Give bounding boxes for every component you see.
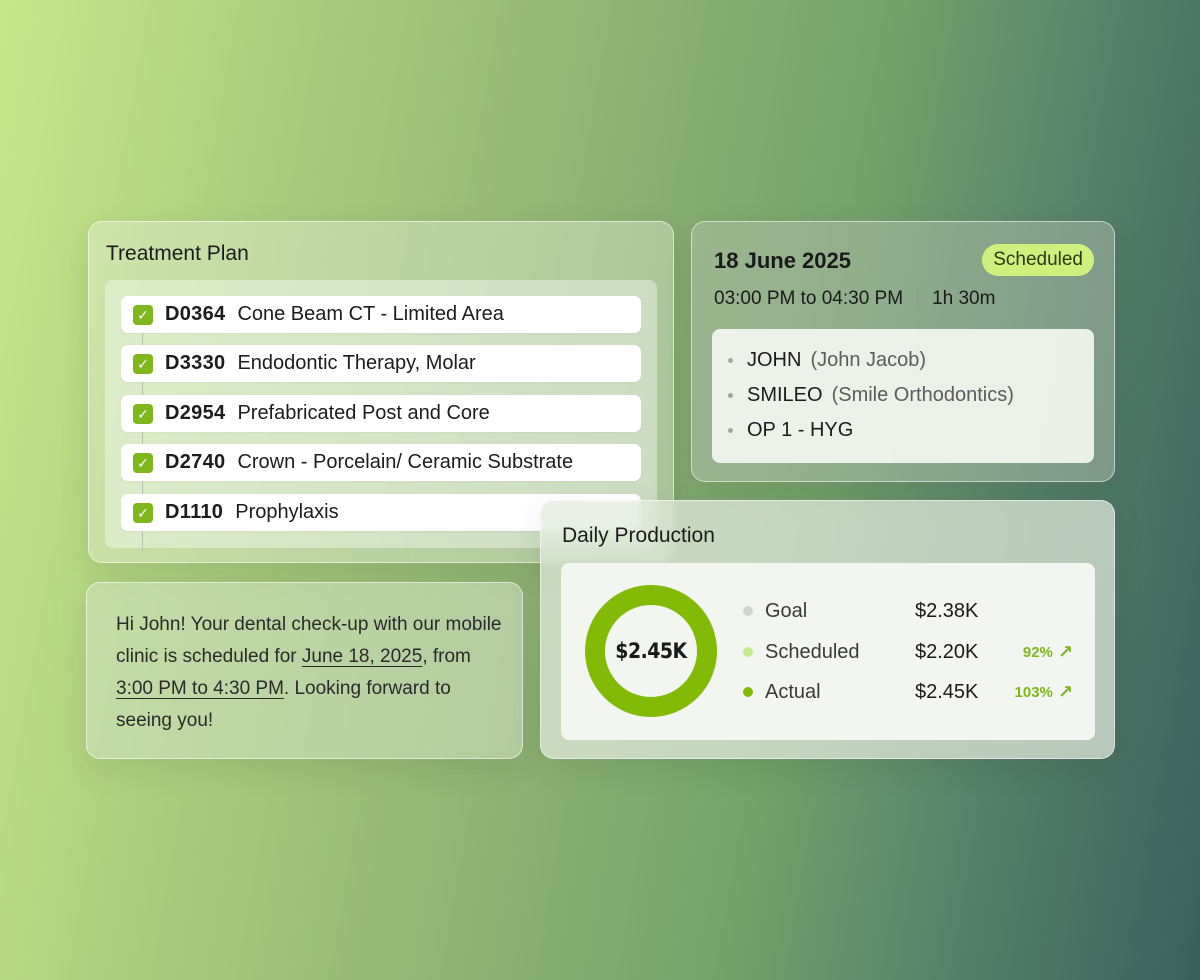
check-icon[interactable]: ✓ (133, 353, 153, 374)
trend-up-icon: ↗ (1057, 642, 1073, 662)
detail-sub: (Smile Orthodontics) (831, 384, 1014, 406)
divider (917, 288, 919, 310)
treatment-item[interactable]: ✓ D2954 Prefabricated Post and Core (121, 395, 641, 432)
legend-label: Scheduled (765, 640, 860, 663)
date-link[interactable]: June 18, 2025 (302, 646, 422, 667)
procedure-description: Cone Beam CT - Limited Area (237, 303, 504, 325)
status-badge: Scheduled (982, 244, 1094, 276)
daily-production-title: Daily Production (562, 524, 715, 547)
bullet-icon (728, 393, 733, 398)
legend-row-scheduled: Scheduled $2.20K 92% ↗ (743, 638, 1083, 666)
bullet-icon (728, 358, 733, 363)
check-icon[interactable]: ✓ (133, 452, 153, 473)
message-part: , from (422, 646, 471, 667)
appointment-time: 03:00 PM to 04:30 PM 1h 30m (714, 288, 995, 310)
production-donut: $2.45K (585, 585, 717, 717)
legend-label: Actual (765, 680, 821, 703)
appointment-card: 18 June 2025 Scheduled 03:00 PM to 04:30… (691, 221, 1115, 482)
percent-change: 103% ↗ (1015, 683, 1073, 701)
treatment-item[interactable]: ✓ D0364 Cone Beam CT - Limited Area (121, 296, 641, 333)
legend-value: $2.45K (915, 680, 979, 703)
legend-value: $2.38K (915, 599, 979, 622)
check-icon[interactable]: ✓ (133, 502, 153, 523)
procedure-description: Prefabricated Post and Core (237, 402, 490, 424)
detail-row-practice: SMILEO (Smile Orthodontics) (728, 384, 1014, 407)
legend-dot (743, 606, 753, 616)
bullet-icon (728, 428, 733, 433)
donut-center-value: $2.45K (615, 639, 687, 663)
legend-value: $2.20K (915, 640, 979, 663)
treatment-item[interactable]: ✓ D3330 Endodontic Therapy, Molar (121, 345, 641, 382)
legend-label: Goal (765, 599, 808, 622)
time-link[interactable]: 3:00 PM to 4:30 PM (116, 678, 284, 699)
legend-row-actual: Actual $2.45K 103% ↗ (743, 678, 1083, 706)
detail-main: OP 1 - HYG (747, 419, 854, 441)
percent-value: 103% (1014, 683, 1053, 701)
procedure-code: D2954 (165, 402, 226, 424)
treatment-plan-title: Treatment Plan (106, 242, 249, 265)
message-card: Hi John! Your dental check-up with our m… (86, 582, 523, 759)
legend-dot (743, 687, 753, 697)
time-range: 03:00 PM to 04:30 PM (714, 288, 904, 309)
check-icon[interactable]: ✓ (133, 403, 153, 424)
trend-up-icon: ↗ (1057, 682, 1073, 702)
appointment-details: JOHN (John Jacob) SMILEO (Smile Orthodon… (712, 329, 1094, 463)
procedure-description: Prophylaxis (235, 501, 339, 523)
procedure-code: D1110 (165, 501, 224, 523)
message-text: Hi John! Your dental check-up with our m… (116, 609, 506, 737)
procedure-code: D2740 (165, 451, 226, 473)
procedure-description: Crown - Porcelain/ Ceramic Substrate (237, 451, 574, 473)
procedure-code: D0364 (165, 303, 226, 325)
legend-dot (743, 647, 753, 657)
daily-production-card: Daily Production $2.45K Goal $2.38K Sche… (540, 500, 1115, 759)
production-panel: $2.45K Goal $2.38K Scheduled $2.20K 92% … (561, 563, 1095, 740)
detail-row-patient: JOHN (John Jacob) (728, 349, 926, 372)
duration: 1h 30m (932, 288, 996, 309)
detail-main: SMILEO (747, 384, 823, 406)
procedure-description: Endodontic Therapy, Molar (237, 352, 476, 374)
detail-row-operatory: OP 1 - HYG (728, 419, 862, 442)
detail-sub: (John Jacob) (810, 349, 927, 371)
appointment-date: 18 June 2025 (714, 248, 851, 273)
percent-value: 92% (1022, 643, 1053, 661)
legend-row-goal: Goal $2.38K (743, 597, 1083, 625)
check-icon[interactable]: ✓ (133, 304, 153, 325)
procedure-code: D3330 (165, 352, 226, 374)
treatment-item[interactable]: ✓ D2740 Crown - Porcelain/ Ceramic Subst… (121, 444, 641, 481)
percent-change: 92% ↗ (1023, 643, 1073, 661)
detail-main: JOHN (747, 349, 802, 371)
